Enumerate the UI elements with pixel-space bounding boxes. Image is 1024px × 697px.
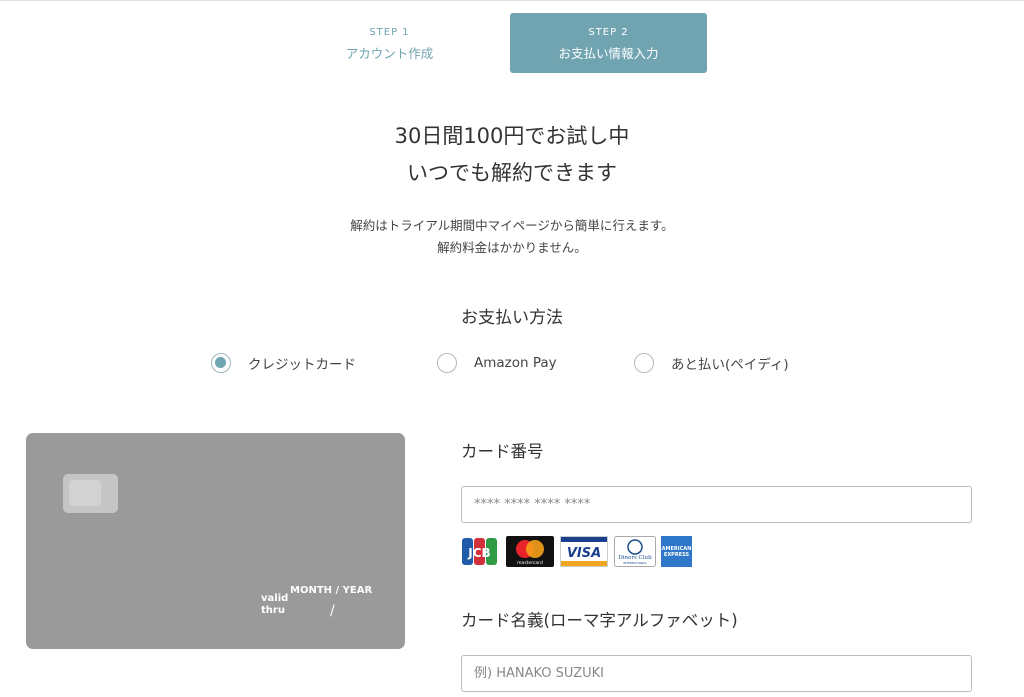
diners-club-logo-subtext: INTERNATIONAL [623,561,647,565]
visa-logo-text: VISA [567,546,601,561]
amazon-pay-radio[interactable] [437,353,457,373]
credit-card-label: クレジットカード [248,357,356,373]
visa-logo-icon: VISA [560,536,608,567]
step-1-number: STEP 1 [369,27,410,38]
card-number-label: カード番号 [461,442,544,461]
payment-option-amazon-pay[interactable]: Amazon Pay [437,352,557,374]
credit-card-radio[interactable] [211,353,231,373]
card-chip-contact [69,480,101,506]
diners-club-logo-icon: Diners Club INTERNATIONAL [614,536,656,567]
payment-option-paidy[interactable]: あと払い(ペイディ) [634,352,789,374]
card-chip-icon [63,474,118,513]
amex-logo-subtext: EXPRESS [664,552,690,558]
american-express-logo-icon: AMERICAN EXPRESS [661,536,692,567]
step-1-label: アカウント作成 [345,46,434,61]
card-name-input[interactable] [461,655,972,692]
card-valid-thru: valid thru [261,593,301,617]
card-expiry-separator: / [330,603,335,619]
jcb-logo-icon: JCB [462,538,497,565]
card-number-input[interactable] [461,486,972,523]
trial-headline: 30日間100円でお試し中 [394,124,630,148]
card-thru-text: thru [261,605,285,616]
amazon-pay-label: Amazon Pay [474,355,557,371]
paidy-label: あと払い(ペイディ) [671,357,789,373]
no-fee-note: 解約料金はかかりません。 [437,240,587,255]
cancel-anytime-headline: いつでも解約できます [407,161,617,185]
step-2-label: お支払い情報入力 [558,46,659,61]
payment-option-credit-card[interactable]: クレジットカード [211,352,356,374]
step-2-number: STEP 2 [588,27,629,38]
payment-method-title: お支払い方法 [461,308,563,328]
jcb-logo-text: JCB [467,546,490,560]
step-2-payment-info: STEP 2 お支払い情報入力 [510,13,707,73]
credit-card-preview: MONTH / YEAR valid thru / [26,433,405,649]
top-divider [0,0,1024,1]
step-1-account-creation: STEP 1 アカウント作成 [291,13,488,73]
paidy-radio[interactable] [634,353,654,373]
card-name-label: カード名義(ローマ字アルファベット) [461,611,738,630]
mastercard-logo-text: mastercard [517,560,543,566]
cancellation-note: 解約はトライアル期間中マイページから簡単に行えます。 [350,218,674,233]
payment-registration-page: STEP 1 アカウント作成 STEP 2 お支払い情報入力 30日間100円で… [0,0,1024,697]
card-valid-text: valid [261,593,289,604]
card-expiry-caption: MONTH / YEAR [290,585,373,596]
mastercard-logo-icon: mastercard [506,536,554,567]
